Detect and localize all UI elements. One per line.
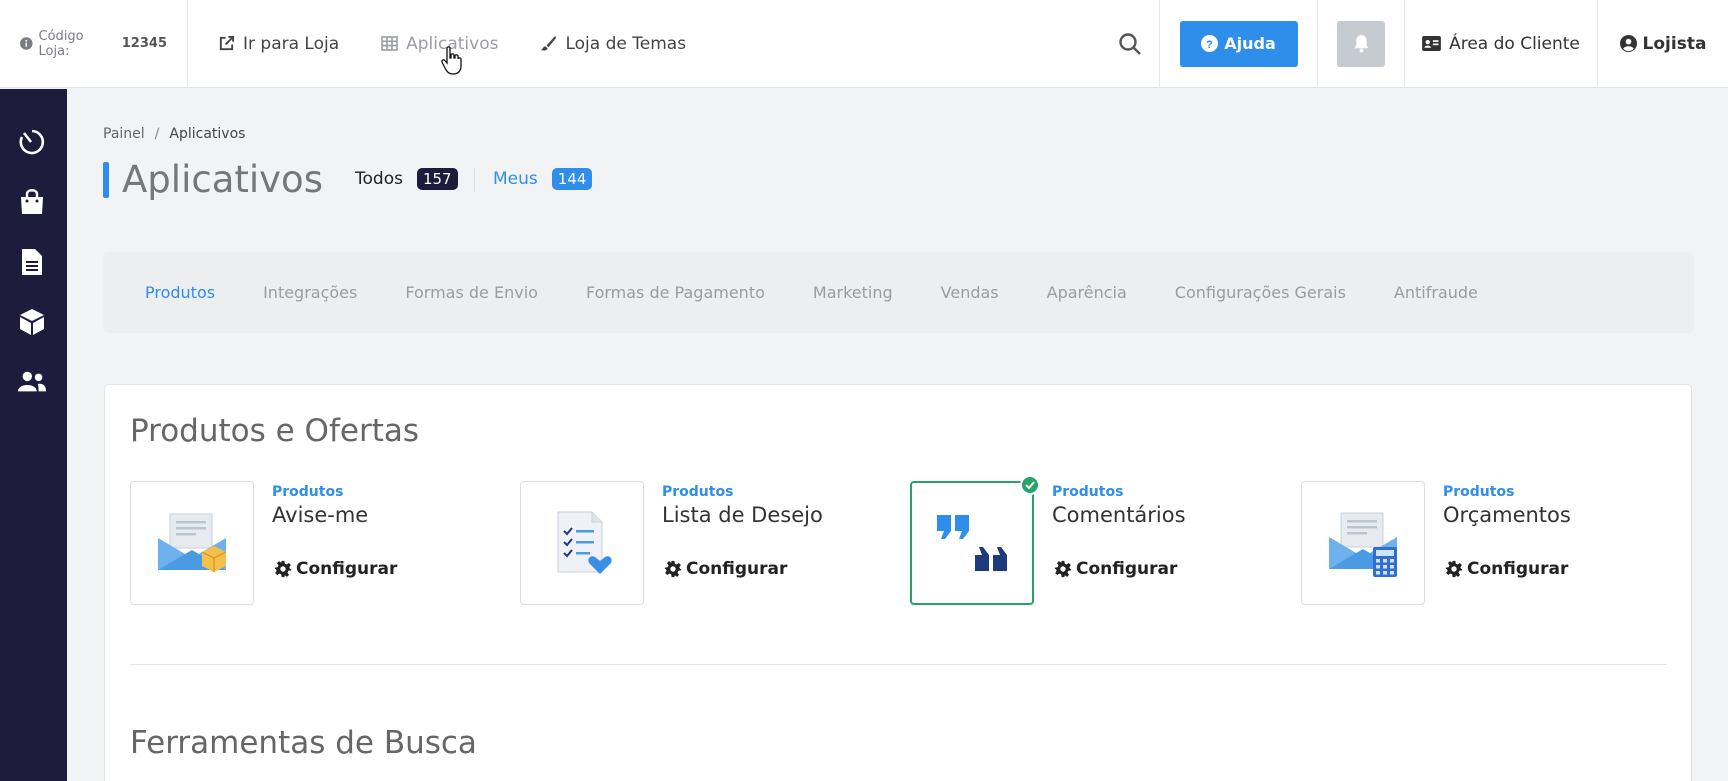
id-card-icon bbox=[1422, 36, 1441, 51]
filter-all-label: Todos bbox=[355, 169, 403, 189]
envelope-calculator-icon bbox=[1329, 512, 1397, 577]
app-card: Produtos Avise-me Configurar bbox=[130, 481, 510, 605]
app-thumbnail[interactable] bbox=[520, 481, 644, 605]
help-cell: ? Ajuda bbox=[1160, 0, 1318, 88]
section-title: Ferramentas de Busca bbox=[130, 725, 477, 761]
theme-store-link[interactable]: Loja de Temas bbox=[540, 34, 686, 54]
app-category: Produtos bbox=[1443, 484, 1515, 500]
app-name: Lista de Desejo bbox=[662, 503, 823, 527]
tab-integracoes[interactable]: Integrações bbox=[263, 283, 357, 302]
tab-aparencia[interactable]: Aparência bbox=[1047, 283, 1127, 302]
notifications-cell bbox=[1318, 0, 1405, 88]
brush-icon bbox=[541, 35, 557, 51]
app-category: Produtos bbox=[272, 484, 344, 500]
quotes-icon bbox=[937, 515, 1007, 571]
configure-button[interactable]: Configurar bbox=[664, 559, 787, 579]
app-name: Avise-me bbox=[272, 503, 369, 527]
store-code-value: 12345 bbox=[121, 36, 167, 51]
tab-formas-de-pagamento[interactable]: Formas de Pagamento bbox=[586, 283, 765, 302]
notifications-button[interactable] bbox=[1337, 20, 1385, 67]
shopping-bag-icon bbox=[21, 189, 43, 214]
top-nav: Ir para Loja Aplicativos Loja de Temas bbox=[188, 0, 1100, 88]
filter-mine-label: Meus bbox=[493, 169, 538, 189]
go-to-store-link[interactable]: Ir para Loja bbox=[218, 34, 339, 54]
breadcrumb-root[interactable]: Painel bbox=[103, 126, 145, 142]
user-menu[interactable]: Lojista bbox=[1598, 0, 1728, 88]
user-circle-icon bbox=[1619, 35, 1637, 52]
gear-icon bbox=[1054, 560, 1072, 578]
grid-icon bbox=[381, 36, 398, 51]
sidebar-item-customers[interactable] bbox=[17, 367, 47, 397]
configure-button[interactable]: Configurar bbox=[1445, 559, 1568, 579]
search-icon bbox=[1118, 32, 1141, 55]
breadcrumb-current: Aplicativos bbox=[169, 126, 246, 142]
apps-panel: Produtos e Ofertas Produtos Avise-me Con… bbox=[104, 384, 1692, 781]
hand-cursor-icon bbox=[441, 46, 462, 75]
category-tabs: Produtos Integrações Formas de Envio For… bbox=[103, 252, 1694, 333]
app-name: Orçamentos bbox=[1443, 503, 1571, 527]
section-title: Produtos e Ofertas bbox=[130, 413, 419, 449]
app-thumbnail[interactable] bbox=[130, 481, 254, 605]
top-bar: Código Loja: 12345 Ir para Loja Aplicati… bbox=[0, 0, 1728, 88]
box-icon bbox=[20, 309, 44, 335]
page-title: Aplicativos bbox=[122, 158, 323, 201]
gear-icon bbox=[664, 560, 682, 578]
title-accent-bar bbox=[103, 162, 109, 198]
app-thumbnail[interactable] bbox=[1301, 481, 1425, 605]
configure-button[interactable]: Configurar bbox=[274, 559, 397, 579]
sidebar-item-orders[interactable] bbox=[17, 187, 47, 217]
envelope-box-icon bbox=[158, 513, 227, 572]
filter-mine-count: 144 bbox=[551, 168, 593, 190]
configure-button[interactable]: Configurar bbox=[1054, 559, 1177, 579]
document-icon bbox=[22, 249, 42, 275]
bell-icon bbox=[1353, 35, 1369, 53]
gear-icon bbox=[1445, 560, 1463, 578]
tab-configuracoes-gerais[interactable]: Configurações Gerais bbox=[1175, 283, 1346, 302]
tab-antifraude[interactable]: Antifraude bbox=[1394, 283, 1478, 302]
breadcrumb-separator: / bbox=[154, 126, 160, 142]
gear-icon bbox=[274, 560, 292, 578]
app-card: Produtos Comentários Configurar bbox=[910, 475, 1290, 605]
app-name: Comentários bbox=[1052, 503, 1186, 527]
store-code-label: Código Loja: bbox=[38, 28, 84, 59]
sidebar-item-dashboard[interactable] bbox=[17, 127, 47, 157]
filter-divider bbox=[474, 168, 475, 192]
tab-marketing[interactable]: Marketing bbox=[813, 283, 893, 302]
tab-vendas[interactable]: Vendas bbox=[941, 283, 999, 302]
dashboard-icon bbox=[19, 129, 45, 155]
help-button[interactable]: ? Ajuda bbox=[1179, 20, 1298, 67]
app-card: Produtos Lista de Desejo Configurar bbox=[520, 481, 900, 605]
filter-all-count: 157 bbox=[416, 168, 458, 190]
app-thumbnail[interactable] bbox=[910, 475, 1040, 605]
checklist-heart-icon bbox=[557, 511, 612, 574]
installed-check-icon bbox=[1020, 475, 1040, 495]
sidebar-item-documents[interactable] bbox=[17, 247, 47, 277]
client-area-link[interactable]: Área do Cliente bbox=[1405, 0, 1598, 88]
users-icon bbox=[17, 371, 47, 392]
filter-all[interactable]: Todos 157 bbox=[355, 168, 458, 190]
search-button[interactable] bbox=[1100, 0, 1160, 88]
sidebar-item-products[interactable] bbox=[17, 307, 47, 337]
svg-text:?: ? bbox=[1206, 39, 1213, 51]
section-divider bbox=[130, 664, 1667, 665]
app-category: Produtos bbox=[1052, 484, 1124, 500]
app-card: Produtos Orçamentos Configurar bbox=[1301, 481, 1681, 605]
sidebar bbox=[0, 89, 67, 781]
tab-formas-de-envio[interactable]: Formas de Envio bbox=[405, 283, 538, 302]
app-category: Produtos bbox=[662, 484, 734, 500]
filter-mine[interactable]: Meus 144 bbox=[493, 168, 593, 190]
question-circle-icon: ? bbox=[1201, 35, 1219, 52]
store-code: Código Loja: 12345 bbox=[0, 0, 188, 88]
external-link-icon bbox=[219, 35, 235, 51]
info-icon bbox=[20, 37, 33, 50]
breadcrumb: Painel / Aplicativos bbox=[103, 126, 245, 142]
tab-produtos[interactable]: Produtos bbox=[145, 283, 215, 302]
